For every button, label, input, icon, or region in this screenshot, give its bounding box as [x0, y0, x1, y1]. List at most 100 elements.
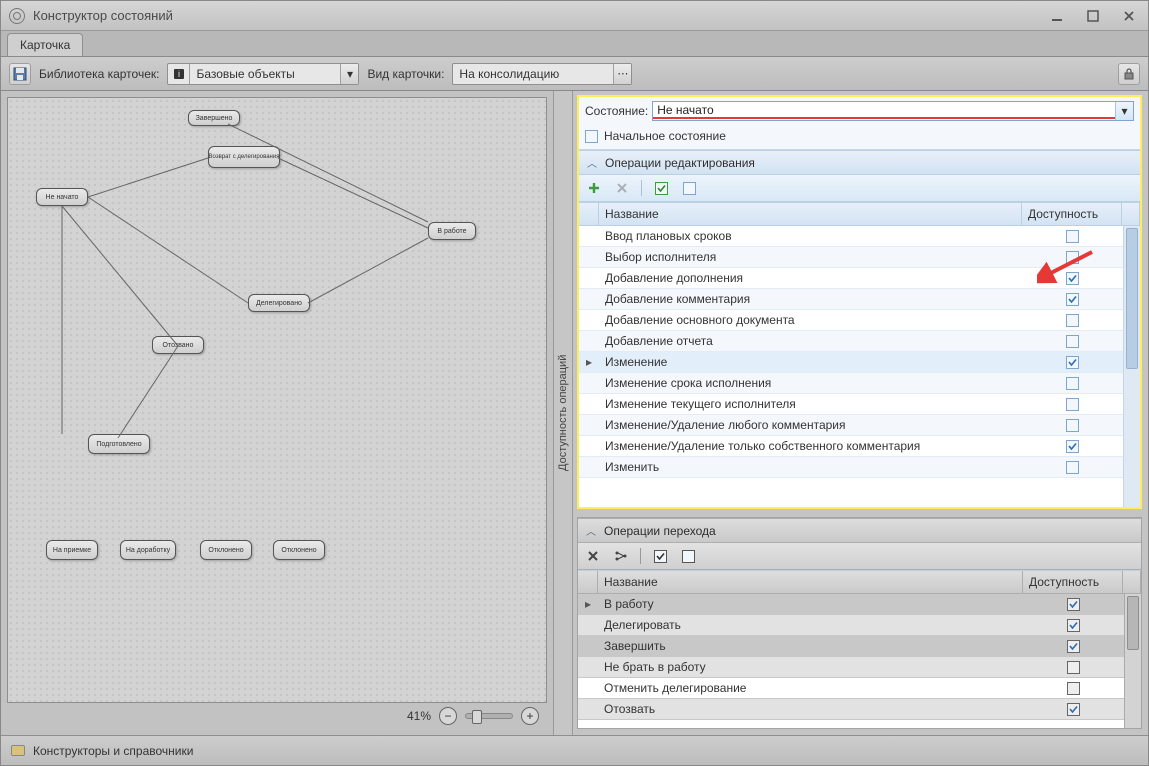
add-button[interactable] [585, 179, 603, 197]
side-tab-availability[interactable]: Доступность операций [553, 91, 573, 735]
table-row[interactable]: Отозвать [578, 699, 1141, 720]
availability-checkbox[interactable] [1066, 314, 1079, 327]
table-row[interactable]: Отменить делегирование [578, 678, 1141, 699]
library-combo[interactable]: i Базовые объекты ▾ [167, 63, 359, 85]
branch-button[interactable] [612, 547, 630, 565]
app-window: Конструктор состояний Карточка Библиотек… [0, 0, 1149, 766]
availability-checkbox[interactable] [1066, 335, 1079, 348]
node-recalled[interactable]: Отозвано [152, 336, 204, 354]
availability-checkbox[interactable] [1067, 640, 1080, 653]
node-declined[interactable]: Отклонено [273, 540, 325, 560]
table-row[interactable]: Изменить [579, 457, 1140, 478]
table-row[interactable]: Добавление отчета [579, 331, 1140, 352]
node-in-work[interactable]: В работе [428, 222, 476, 240]
table-row[interactable]: Не брать в работу [578, 657, 1141, 678]
table-row[interactable]: Изменение/Удаление только собственного к… [579, 436, 1140, 457]
table-row[interactable]: ▸Изменение [579, 352, 1140, 373]
maximize-button[interactable] [1082, 7, 1104, 25]
save-button[interactable] [9, 63, 31, 85]
state-combo[interactable]: Не начато ▾ [652, 101, 1134, 121]
table-row[interactable]: Изменение текущего исполнителя [579, 394, 1140, 415]
state-diagram-canvas[interactable]: Не начато Завершено Возврат с делегирова… [7, 97, 547, 703]
zoom-in-button[interactable]: + [521, 707, 539, 725]
initial-state-checkbox[interactable] [585, 130, 598, 143]
delete-button[interactable] [584, 547, 602, 565]
availability-checkbox[interactable] [1066, 377, 1079, 390]
col-availability[interactable]: Доступность [1022, 203, 1122, 225]
availability-checkbox[interactable] [1066, 230, 1079, 243]
node-not-started[interactable]: Не начато [36, 188, 88, 206]
edit-section-header[interactable]: ︿ Операции редактирования [579, 150, 1140, 175]
ellipsis-button[interactable]: ⋯ [613, 64, 631, 84]
col-name[interactable]: Название [599, 203, 1022, 225]
table-row[interactable]: Изменение срока исполнения [579, 373, 1140, 394]
row-name: Отозвать [598, 702, 1023, 716]
node-completed[interactable]: Завершено [188, 110, 240, 126]
svg-text:i: i [178, 69, 180, 79]
row-name: Завершить [598, 639, 1023, 653]
table-row[interactable]: ▸В работу [578, 594, 1141, 615]
availability-checkbox[interactable] [1066, 272, 1079, 285]
chevron-up-icon: ︿ [586, 523, 596, 538]
check-all-button[interactable] [652, 179, 670, 197]
edit-grid-body[interactable]: Ввод плановых сроков Выбор исполнителя Доб… [579, 226, 1140, 507]
state-row: Состояние: Не начато ▾ [579, 97, 1140, 125]
availability-checkbox[interactable] [1066, 419, 1079, 432]
scrollbar[interactable] [1124, 594, 1141, 728]
availability-checkbox[interactable] [1066, 398, 1079, 411]
row-name: Добавление дополнения [599, 271, 1022, 285]
node-delegation-return[interactable]: Возврат с делегирования [208, 146, 280, 168]
chevron-down-icon[interactable]: ▾ [340, 64, 358, 84]
edit-section-title: Операции редактирования [605, 156, 755, 170]
node-for-revision[interactable]: На доработку [120, 540, 176, 560]
card-type-combo[interactable]: На консолидацию ⋯ [452, 63, 632, 85]
lock-button[interactable] [1118, 63, 1140, 85]
node-delegated[interactable]: Делегировано [248, 294, 310, 312]
col-name[interactable]: Название [598, 571, 1023, 593]
table-row[interactable]: Выбор исполнителя [579, 247, 1140, 268]
close-button[interactable] [1118, 7, 1140, 25]
table-row[interactable]: Добавление дополнения [579, 268, 1140, 289]
node-rejected[interactable]: Отклонено [200, 540, 252, 560]
table-row[interactable]: Добавление комментария [579, 289, 1140, 310]
minimize-button[interactable] [1046, 7, 1068, 25]
state-value: Не начато [653, 103, 1115, 119]
initial-state-row: Начальное состояние [579, 125, 1140, 150]
check-all-button[interactable] [651, 547, 669, 565]
delete-button[interactable] [613, 179, 631, 197]
canvas-pane: Не начато Завершено Возврат с делегирова… [1, 91, 553, 735]
availability-checkbox[interactable] [1066, 461, 1079, 474]
zoom-out-button[interactable]: − [439, 707, 457, 725]
row-name: Выбор исполнителя [599, 250, 1022, 264]
table-row[interactable]: Ввод плановых сроков [579, 226, 1140, 247]
trans-grid: Название Доступность ▸В работуДелегирова… [578, 570, 1141, 728]
scrollbar[interactable] [1123, 226, 1140, 507]
availability-checkbox[interactable] [1067, 598, 1080, 611]
availability-checkbox[interactable] [1066, 251, 1079, 264]
availability-checkbox[interactable] [1067, 682, 1080, 695]
row-name: Изменить [599, 460, 1022, 474]
availability-checkbox[interactable] [1067, 619, 1080, 632]
table-row[interactable]: Изменение/Удаление любого комментария [579, 415, 1140, 436]
row-name: Ввод плановых сроков [599, 229, 1022, 243]
availability-checkbox[interactable] [1066, 440, 1079, 453]
availability-checkbox[interactable] [1067, 703, 1080, 716]
trans-section-header[interactable]: ︿ Операции перехода [578, 518, 1141, 543]
trans-grid-body[interactable]: ▸В работуДелегировать Завершить Не брать в… [578, 594, 1141, 728]
chevron-down-icon[interactable]: ▾ [1115, 102, 1133, 120]
table-row[interactable]: Завершить [578, 636, 1141, 657]
node-prepared[interactable]: Подготовлено [88, 434, 150, 454]
row-name: Не брать в работу [598, 660, 1023, 674]
availability-checkbox[interactable] [1066, 293, 1079, 306]
table-row[interactable]: Делегировать [578, 615, 1141, 636]
tab-card[interactable]: Карточка [7, 33, 83, 56]
availability-checkbox[interactable] [1067, 661, 1080, 674]
node-on-approval[interactable]: На приемке [46, 540, 98, 560]
uncheck-all-button[interactable] [679, 547, 697, 565]
statusbar-label[interactable]: Конструкторы и справочники [33, 744, 193, 758]
col-availability[interactable]: Доступность [1023, 571, 1123, 593]
zoom-slider[interactable] [465, 713, 513, 719]
uncheck-all-button[interactable] [680, 179, 698, 197]
table-row[interactable]: Добавление основного документа [579, 310, 1140, 331]
availability-checkbox[interactable] [1066, 356, 1079, 369]
